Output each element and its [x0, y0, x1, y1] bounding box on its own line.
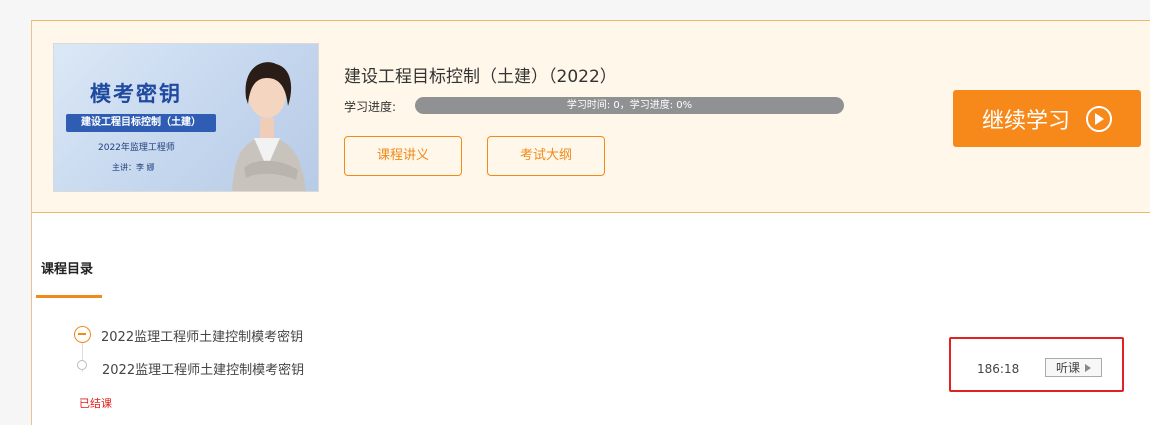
chapter-title[interactable]: 2022监理工程师土建控制模考密钥	[101, 326, 303, 345]
progress-bar: 学习时间: 0，学习进度: 0%	[415, 97, 844, 114]
cover-subtitle: 2022年监理工程师	[98, 143, 175, 153]
tab-active-indicator	[36, 295, 102, 298]
progress-label: 学习进度:	[344, 100, 397, 114]
minus-circle-icon[interactable]	[74, 326, 91, 343]
lesson-title[interactable]: 2022监理工程师土建控制模考密钥	[102, 359, 304, 378]
course-card: 模考密钥 建设工程目标控制（土建） 2022年监理工程师 主讲：李 娜 建设工程…	[32, 20, 1150, 213]
course-panel: 模考密钥 建设工程目标控制（土建） 2022年监理工程师 主讲：李 娜 建设工程…	[31, 20, 1150, 425]
continue-learning-label: 继续学习	[981, 108, 1070, 134]
course-title: 建设工程目标控制（土建）（2022）	[344, 67, 617, 87]
cover-banner: 建设工程目标控制（土建）	[66, 114, 216, 132]
course-handout-button[interactable]: 课程讲义	[344, 136, 462, 176]
continue-learning-button[interactable]: 继续学习	[953, 90, 1141, 147]
play-circle-icon	[1086, 105, 1112, 132]
tab-course-catalog[interactable]: 课程目录	[41, 258, 93, 277]
lesson-status: 已结课	[79, 397, 112, 410]
dot-icon	[77, 360, 87, 370]
lesson-duration: 186:18	[977, 362, 1020, 376]
cover-title: 模考密钥	[90, 82, 182, 106]
cover-teacher: 主讲：李 娜	[112, 163, 155, 172]
play-triangle-icon	[1085, 363, 1091, 372]
listen-button[interactable]: 听课	[1045, 358, 1102, 377]
course-cover-image[interactable]: 模考密钥 建设工程目标控制（土建） 2022年监理工程师 主讲：李 娜	[53, 43, 319, 192]
progress-text: 学习时间: 0，学习进度: 0%	[566, 100, 693, 111]
listen-button-label: 听课	[1055, 361, 1080, 375]
teacher-portrait	[232, 62, 306, 191]
exam-syllabus-button[interactable]: 考试大纲	[487, 136, 605, 176]
